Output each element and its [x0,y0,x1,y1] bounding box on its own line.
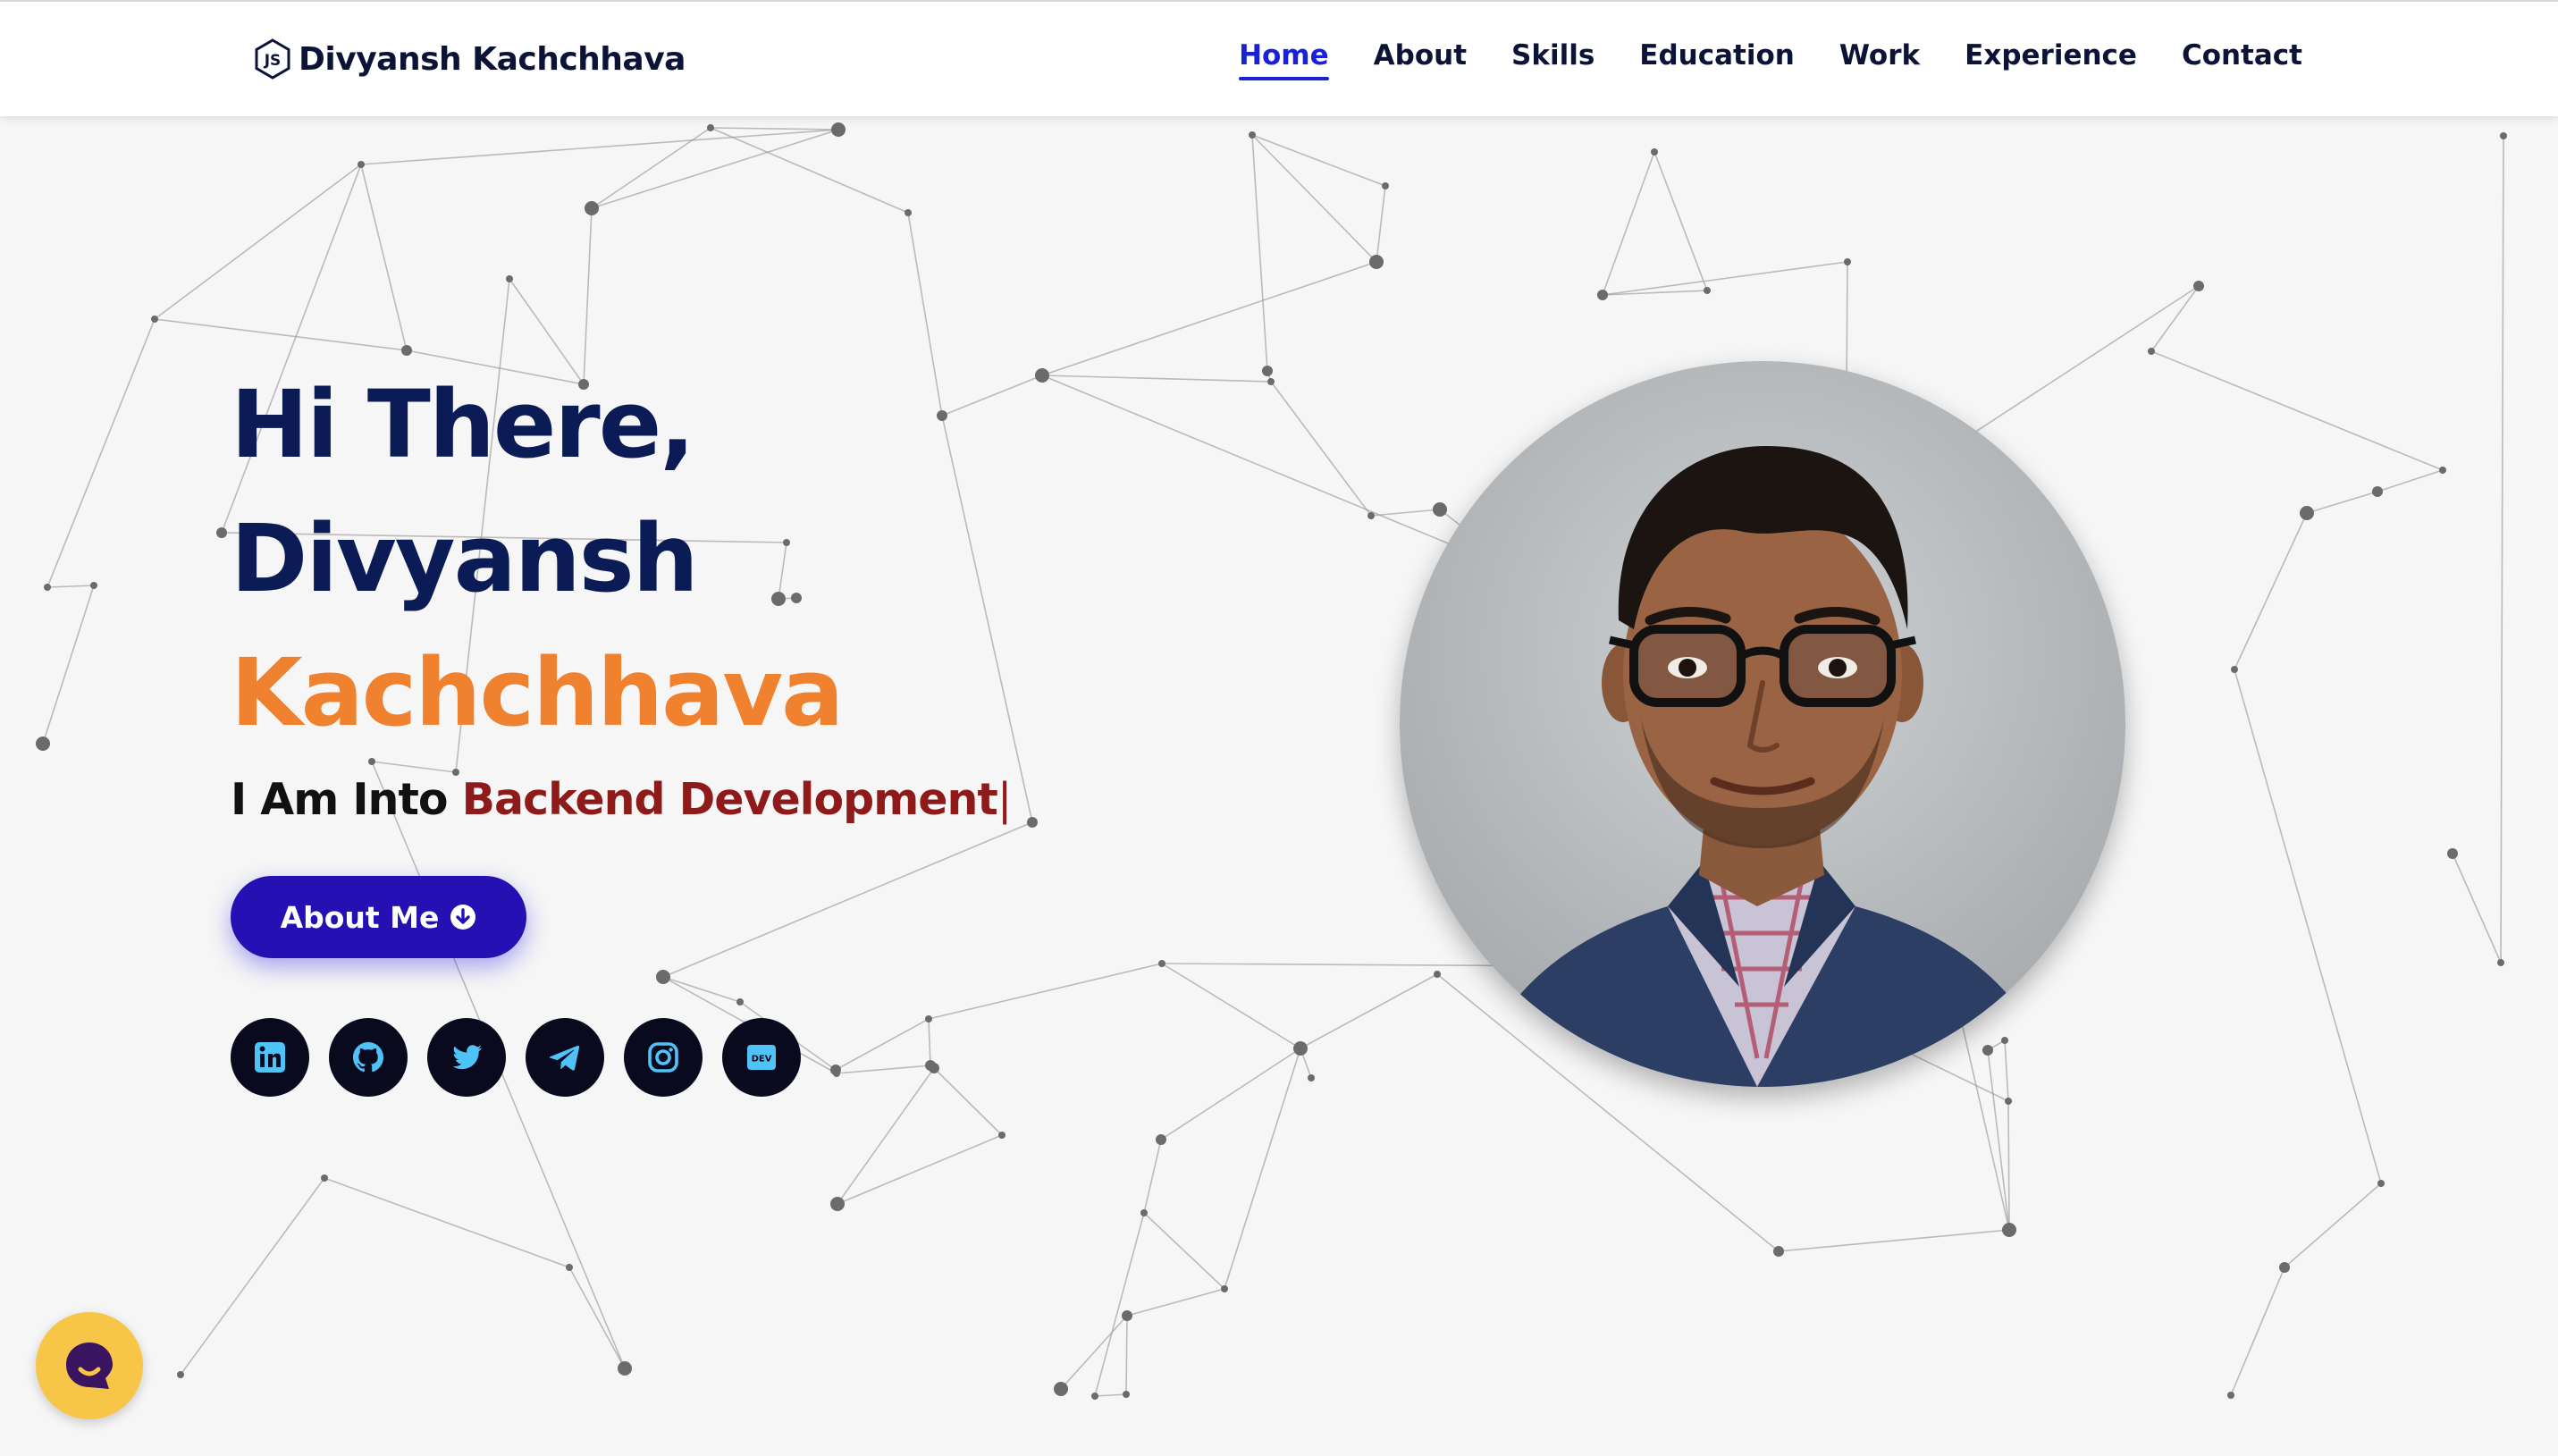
brand-name: Divyansh Kachchhava [299,40,686,78]
hero-heading: Hi There, Divyansh Kachchhava [231,358,844,760]
twitter-icon [452,1045,482,1070]
brand-logo[interactable]: JS Divyansh Kachchhava [254,36,686,82]
instagram-icon [648,1042,678,1073]
nodejs-logo-icon: JS [255,38,290,80]
nav-skills[interactable]: Skills [1511,39,1595,80]
nav-contact[interactable]: Contact [2182,39,2302,80]
hero-first-name: Divyansh [231,504,699,613]
svg-text:JS: JS [264,52,282,70]
twitter-link[interactable] [427,1018,506,1097]
dev-link[interactable]: DEV [722,1018,801,1097]
telegram-icon [549,1045,580,1071]
about-me-button[interactable]: About Me [231,876,526,958]
page: JS Divyansh Kachchhava Home About Skills… [0,0,2558,1456]
hero-last-name: Kachchhava [231,638,844,747]
subtitle-prefix: I Am Into [231,774,449,825]
hero-greeting: Hi There, [231,370,695,479]
about-me-label: About Me [280,899,440,935]
dev-text: DEV [752,1055,772,1065]
navbar: JS Divyansh Kachchhava Home About Skills… [0,0,2558,116]
nav-work[interactable]: Work [1839,39,1920,80]
nav-experience[interactable]: Experience [1965,39,2137,80]
social-links: DEV [231,1018,801,1097]
dev-to-icon: DEV [747,1045,776,1070]
linkedin-link[interactable] [231,1018,309,1097]
profile-photo [1400,361,2125,1087]
nav-education[interactable]: Education [1639,39,1795,80]
nav-about[interactable]: About [1374,39,1467,80]
arrow-circle-down-icon [450,905,476,930]
nav-links: Home About Skills Education Work Experie… [1239,39,2302,80]
subtitle-typed-text: Backend Development [461,774,998,825]
typing-cursor: | [997,774,1012,825]
github-link[interactable] [329,1018,408,1097]
hero-subtitle: I Am Into Backend Development| [231,774,1012,825]
telegram-link[interactable] [526,1018,604,1097]
instagram-link[interactable] [624,1018,703,1097]
chat-launcher-button[interactable] [36,1312,143,1419]
nav-home[interactable]: Home [1239,39,1329,80]
chat-bubble-icon [66,1342,113,1389]
linkedin-icon [255,1042,285,1073]
github-icon [353,1042,383,1073]
